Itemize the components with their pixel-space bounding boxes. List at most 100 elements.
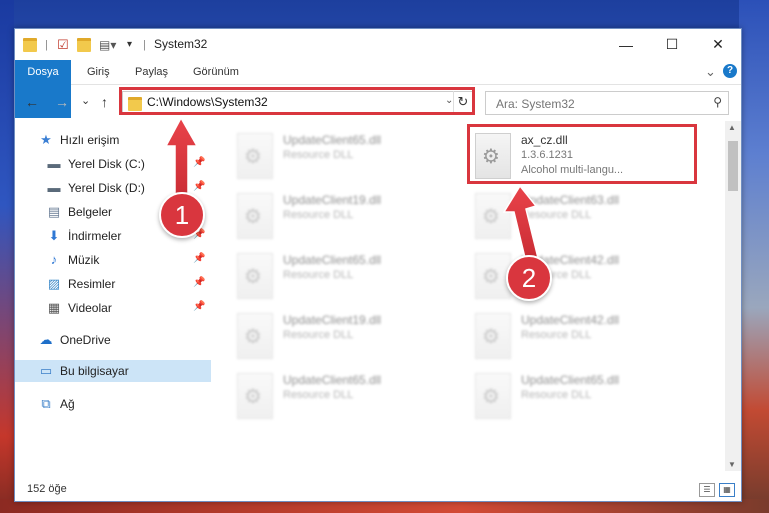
pin-icon[interactable]: 📌 (193, 181, 205, 192)
status-bar: 152 öğe ☰ ▦ (15, 477, 741, 501)
sidebar-item-label: Resimler (68, 277, 116, 291)
dll-file-icon (237, 313, 273, 359)
desktop-wallpaper-right (739, 0, 769, 513)
recent-locations-button[interactable]: ⌄ (81, 94, 90, 107)
separator: | (45, 38, 48, 51)
pin-icon[interactable]: 📌 (193, 301, 205, 312)
star-icon: ★ (40, 132, 52, 147)
cloud-icon: ☁ (39, 332, 53, 347)
sidebar-item-network[interactable]: ⧉ Ağ (15, 393, 211, 415)
dll-file-icon (475, 193, 511, 239)
dll-file-icon (237, 373, 273, 419)
address-highlight (119, 87, 475, 115)
file-name: UpdateClient65.dll (283, 253, 382, 267)
up-button[interactable]: ↑ (101, 94, 108, 110)
desktop-wallpaper-left (0, 0, 14, 513)
sidebar-item-label: İndirmeler (68, 229, 122, 243)
item-count: 152 öğe (27, 483, 67, 495)
file-item[interactable]: UpdateClient42.dll Resource DLL (453, 247, 683, 305)
large-icons-view-icon[interactable]: ▦ (719, 483, 735, 497)
dll-file-icon (475, 373, 511, 419)
scroll-up-icon[interactable]: ▲ (728, 123, 736, 132)
file-item[interactable]: UpdateClient65.dll Resource DLL (453, 367, 683, 425)
file-item[interactable]: UpdateClient65.dll Resource DLL (215, 127, 445, 185)
title-bar: | ☑ ▤▾ ▾ | System32 — ☐ ✕ (15, 29, 741, 60)
window-title: System32 (154, 37, 208, 51)
quick-access-dropdown[interactable]: ▾ (127, 36, 132, 53)
file-type: Resource DLL (521, 329, 592, 341)
pin-icon[interactable]: 📌 (193, 253, 205, 264)
navigation-pane: ★ Hızlı erişim ▬ Yerel Disk (C:) 📌 ▬ Yer… (15, 121, 211, 471)
file-type: Resource DLL (283, 209, 354, 221)
sidebar-item-label: Hızlı erişim (60, 133, 120, 147)
separator: | (143, 38, 146, 51)
drive-icon: ▬ (47, 180, 61, 195)
step-2-badge: 2 (506, 255, 552, 301)
file-item[interactable]: UpdateClient65.dll Resource DLL (215, 367, 445, 425)
file-type: Resource DLL (283, 329, 354, 341)
sidebar-item-label: OneDrive (60, 333, 111, 347)
file-type: Resource DLL (521, 209, 592, 221)
sidebar-item-label: Belgeler (68, 205, 113, 219)
vertical-scrollbar[interactable]: ▲ ▼ (725, 121, 741, 471)
file-item[interactable]: UpdateClient19.dll Resource DLL (215, 307, 445, 365)
forward-button[interactable]: → (55, 94, 69, 110)
scroll-thumb[interactable] (728, 141, 738, 191)
file-name: UpdateClient65.dll (283, 373, 382, 387)
sidebar-item-pictures[interactable]: ▨ Resimler 📌 (15, 273, 211, 295)
file-name: UpdateClient65.dll (283, 133, 382, 147)
file-item[interactable]: UpdateClient19.dll Resource DLL (215, 187, 445, 245)
maximize-button[interactable]: ☐ (649, 29, 695, 60)
back-button[interactable]: ← (25, 94, 39, 110)
sidebar-item-label: Ağ (60, 397, 75, 411)
sidebar-item-label: Bu bilgisayar (60, 364, 129, 378)
search-box[interactable]: ⚲ (485, 91, 729, 115)
step-1-badge: 1 (159, 192, 205, 238)
new-folder-icon[interactable] (77, 36, 91, 53)
sidebar-item-this-pc[interactable]: ▭ Bu bilgisayar (15, 360, 211, 382)
file-item[interactable]: UpdateClient65.dll Resource DLL (215, 247, 445, 305)
file-name: UpdateClient63.dll (521, 193, 620, 207)
folder-icon (23, 36, 37, 53)
pictures-icon: ▨ (47, 276, 61, 291)
file-type: Resource DLL (283, 149, 354, 161)
pin-icon[interactable]: 📌 (193, 277, 205, 288)
search-icon: ⚲ (713, 95, 722, 109)
tab-share[interactable]: Paylaş (135, 60, 168, 84)
drive-icon: ▬ (47, 156, 61, 171)
network-icon: ⧉ (41, 396, 51, 411)
minimize-button[interactable]: — (603, 29, 649, 60)
close-button[interactable]: ✕ (695, 29, 741, 60)
search-input[interactable] (494, 96, 698, 112)
scroll-down-icon[interactable]: ▼ (728, 460, 736, 469)
tab-home[interactable]: Giriş (87, 60, 110, 84)
help-icon[interactable]: ? (723, 64, 737, 78)
file-name: UpdateClient19.dll (283, 313, 382, 327)
sidebar-item-quick-access[interactable]: ★ Hızlı erişim (15, 129, 211, 151)
file-highlight (467, 124, 697, 184)
dll-file-icon (237, 253, 273, 299)
documents-icon: ▤ (47, 204, 61, 219)
file-type: Resource DLL (283, 269, 354, 281)
pin-icon[interactable]: 📌 (193, 157, 205, 168)
file-item[interactable]: UpdateClient63.dll Resource DLL (453, 187, 683, 245)
customize-icon[interactable]: ▤▾ (99, 36, 116, 53)
dll-file-icon (475, 313, 511, 359)
file-name: UpdateClient65.dll (521, 373, 620, 387)
sidebar-item-music[interactable]: ♪ Müzik 📌 (15, 249, 211, 271)
file-item[interactable]: UpdateClient42.dll Resource DLL (453, 307, 683, 365)
sidebar-item-videos[interactable]: ▦ Videolar 📌 (15, 297, 211, 319)
sidebar-item-label: Yerel Disk (C:) (68, 157, 145, 171)
dll-file-icon (237, 193, 273, 239)
properties-icon[interactable]: ☑ (57, 36, 69, 53)
ribbon-collapse-icon[interactable]: ⌄ (705, 60, 716, 84)
sidebar-item-label: Müzik (68, 253, 100, 267)
videos-icon: ▦ (47, 300, 61, 315)
file-type: Resource DLL (283, 389, 354, 401)
details-view-icon[interactable]: ☰ (699, 483, 715, 497)
file-name: UpdateClient19.dll (283, 193, 382, 207)
tab-view[interactable]: Görünüm (193, 60, 239, 84)
sidebar-item-local-disk-c[interactable]: ▬ Yerel Disk (C:) 📌 (15, 153, 211, 175)
sidebar-item-label: Yerel Disk (D:) (68, 181, 145, 195)
sidebar-item-onedrive[interactable]: ☁ OneDrive (15, 329, 211, 351)
